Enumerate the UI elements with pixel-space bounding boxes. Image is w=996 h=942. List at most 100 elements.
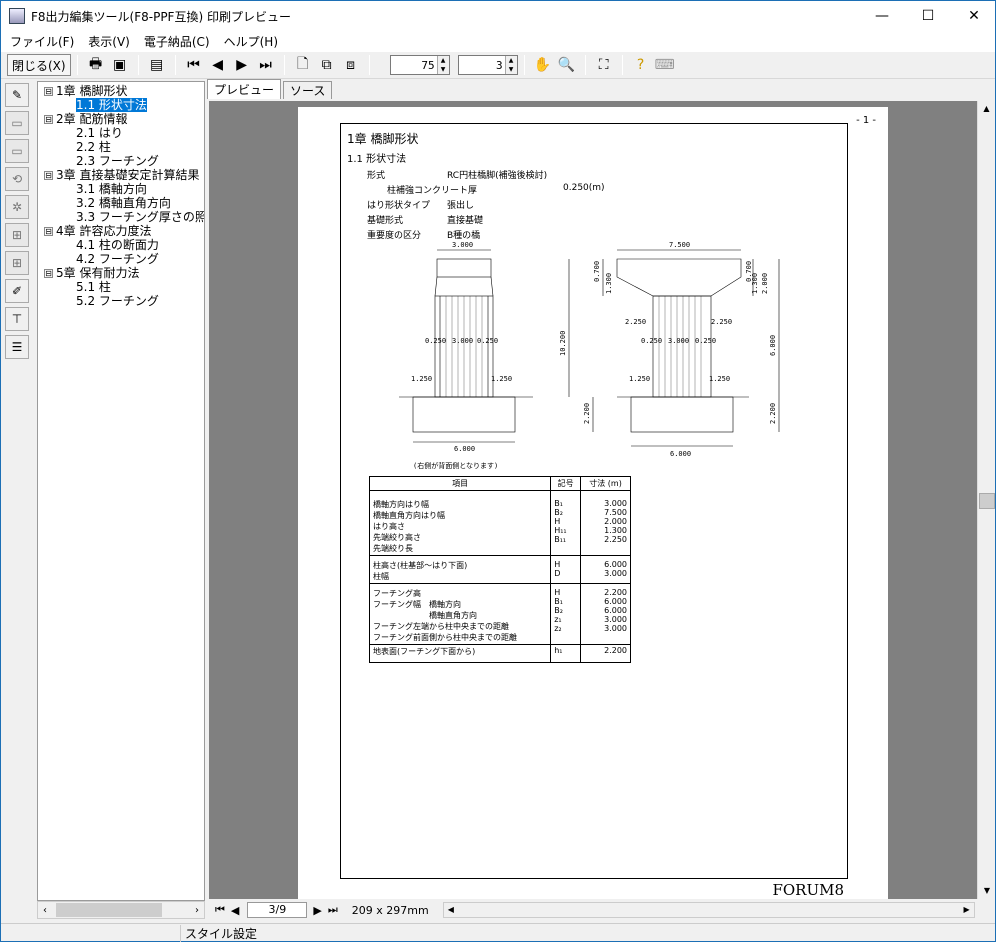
tool-icon-2[interactable]: ▭ <box>5 139 29 163</box>
menu-help[interactable]: ヘルプ(H) <box>217 33 285 50</box>
menu-file[interactable]: ファイル(F) <box>3 33 81 50</box>
tree-node-5-1[interactable]: 5.1 柱 <box>76 280 111 294</box>
minimize-button[interactable]: — <box>859 1 905 31</box>
multi-page-icon[interactable]: ⧈ <box>341 55 361 75</box>
tree-node-4-1[interactable]: 4.1 柱の断面力 <box>76 238 159 252</box>
dim-cover-right-front: 0.250 <box>695 337 716 345</box>
help-icon[interactable]: ? <box>631 55 651 75</box>
preview-page: - 1 - 1章 橋脚形状 1.1 形状寸法 形式 RC円柱橋脚(補強後検討) … <box>298 107 888 899</box>
scroll-left-icon[interactable]: ‹ <box>38 905 52 916</box>
page-stepper[interactable]: ▲▼ <box>457 55 518 75</box>
th-symbol: 記号 <box>550 476 582 491</box>
keyboard-icon[interactable]: ⌨ <box>654 55 674 75</box>
tab-preview[interactable]: プレビュー <box>207 79 282 99</box>
dim-toe-left-front: 1.250 <box>629 375 650 383</box>
hand-icon[interactable]: ✋ <box>533 55 553 75</box>
status-bar: スタイル設定 <box>1 923 995 942</box>
vertical-scrollbar[interactable]: ▲ ▼ <box>977 101 995 899</box>
scroll-thumb[interactable] <box>979 493 995 509</box>
tool-icon-1[interactable]: ▭ <box>5 111 29 135</box>
nav-page-field[interactable]: 3/9 <box>247 902 308 918</box>
status-text: スタイル設定 <box>185 926 258 941</box>
export-icon[interactable]: ▤ <box>147 55 167 75</box>
scroll-right-icon[interactable]: › <box>190 905 204 916</box>
dim-column-side: 3.000 <box>452 337 473 345</box>
single-page-icon[interactable]: 🗋 <box>293 55 313 75</box>
page-input[interactable] <box>458 56 505 74</box>
tree-node-3-3[interactable]: 3.3 フーチング厚さの照 <box>76 210 204 224</box>
zoom-input[interactable] <box>390 56 437 74</box>
dim-taper-height: 1.300 <box>605 273 613 294</box>
zoom-stepper[interactable]: ▲▼ <box>389 55 450 75</box>
tree-node-ch2[interactable]: ⊟ 2章 配筋情報 <box>44 112 127 126</box>
tree-node-ch4[interactable]: ⊟ 4章 許容応力度法 <box>44 224 151 238</box>
tree-node-2-2[interactable]: 2.2 柱 <box>76 140 111 154</box>
dim-beam-tip: 0.700 <box>593 261 601 282</box>
tool-icon-5[interactable]: ⊞ <box>5 223 29 247</box>
nav-next-icon[interactable]: ▶ <box>313 904 321 917</box>
close-preview-button[interactable]: 閉じる(X) <box>7 54 71 76</box>
tool-icon-6[interactable]: ⊞ <box>5 251 29 275</box>
print-icon[interactable]: 🖶 <box>86 55 106 75</box>
scroll-thumb[interactable] <box>56 903 162 917</box>
last-page-icon[interactable]: ⏭ <box>256 55 276 75</box>
prop-val-0: RC円柱橋脚(補強後検討) <box>447 171 548 181</box>
dim-cover-right: 0.250 <box>477 337 498 345</box>
menu-view[interactable]: 表示(V) <box>81 33 137 50</box>
horizontal-scrollbar[interactable]: ◀ ▶ <box>442 902 975 918</box>
prop-key-1: 柱補強コンクリート厚 <box>387 186 478 196</box>
nav-prev-icon[interactable]: ◀ <box>231 904 239 917</box>
magnifier-icon[interactable]: 🔍 <box>557 55 577 75</box>
tree-node-3-2[interactable]: 3.2 橋軸直角方向 <box>76 196 171 210</box>
window-title: F8出力編集ツール(F8-PPF互換) 印刷プレビュー <box>31 9 291 24</box>
first-page-icon[interactable]: ⏮ <box>184 55 204 75</box>
dim-footing-width-side: 6.000 <box>454 445 475 453</box>
prev-page-icon[interactable]: ◀ <box>208 55 228 75</box>
nav-last-icon[interactable]: ⏭ <box>328 903 338 917</box>
menu-bar: ファイル(F) 表示(V) 電子納品(C) ヘルプ(H) <box>1 31 995 51</box>
dim-cover-left-front: 0.250 <box>641 337 662 345</box>
dim-side-width: 3.000 <box>452 241 473 249</box>
tree-node-5-2[interactable]: 5.2 フーチング <box>76 294 159 308</box>
menu-electronic-delivery[interactable]: 電子納品(C) <box>137 33 217 50</box>
tab-source[interactable]: ソース <box>283 81 333 99</box>
save-icon[interactable]: ▣ <box>110 55 130 75</box>
nav-first-icon[interactable]: ⏮ <box>215 903 225 917</box>
list-icon[interactable]: ☰ <box>5 335 29 359</box>
two-page-icon[interactable]: ⧉ <box>317 55 337 75</box>
forum8-logo: FORUM8 <box>772 881 844 899</box>
maximize-button[interactable]: ☐ <box>905 1 951 31</box>
tree-node-2-3[interactable]: 2.3 フーチング <box>76 154 159 168</box>
prop-val-1: 0.250(m) <box>563 183 605 193</box>
dim-taper-right: 2.250 <box>711 318 732 326</box>
tree-icon[interactable]: ⊤ <box>5 307 29 331</box>
page-number: - 1 - <box>856 115 876 126</box>
close-window-button[interactable]: ✕ <box>951 1 996 31</box>
next-page-icon[interactable]: ▶ <box>232 55 252 75</box>
dimension-table: 項目 記号 寸法 (m) 橋軸方向はり幅 橋軸直角方向はり幅 はり高さ 先端絞り高さ先… <box>368 476 631 663</box>
preview-area[interactable]: - 1 - 1章 橋脚形状 1.1 形状寸法 形式 RC円柱橋脚(補強後検討) … <box>209 101 977 899</box>
edit-pen-icon[interactable]: ✎ <box>5 83 29 107</box>
tree-node-ch1[interactable]: ⊟ 1章 橋脚形状 <box>44 84 127 98</box>
tree-node-4-2[interactable]: 4.2 フーチング <box>76 252 159 266</box>
tree-node-2-1[interactable]: 2.1 はり <box>76 126 123 140</box>
th-item: 項目 <box>368 476 552 491</box>
fit-page-icon[interactable]: ⛶ <box>594 55 614 75</box>
tree-horizontal-scrollbar[interactable]: ‹ › <box>37 901 205 919</box>
dim-footing-front: 2.200 <box>769 403 777 424</box>
tool-icon-4[interactable]: ✲ <box>5 195 29 219</box>
tool-icon-3[interactable]: ⟲ <box>5 167 29 191</box>
style-icon[interactable]: ✐ <box>5 279 29 303</box>
dim-column-front: 3.000 <box>668 337 689 345</box>
tree-node-3-1[interactable]: 3.1 橋軸方向 <box>76 182 147 196</box>
scroll-up-icon[interactable]: ▲ <box>978 101 995 117</box>
table-row: 柱高さ(柱基部～はり下面) 柱幅 HD 6.000 3.000 <box>368 555 631 584</box>
title-bar: F8出力編集ツール(F8-PPF互換) 印刷プレビュー — ☐ ✕ <box>1 1 995 31</box>
scroll-down-icon[interactable]: ▼ <box>978 883 996 899</box>
tree-node-ch5[interactable]: ⊟ 5章 保有耐力法 <box>44 266 139 280</box>
tree-node-ch3[interactable]: ⊟ 3章 直接基礎安定計算結果 <box>44 168 199 182</box>
app-window: F8出力編集ツール(F8-PPF互換) 印刷プレビュー — ☐ ✕ ファイル(F… <box>0 0 996 942</box>
dim-toe-right: 1.250 <box>491 375 512 383</box>
tree-node-1-1[interactable]: 1.1 形状寸法 <box>76 98 147 112</box>
left-toolbar: ✎ ▭ ▭ ⟲ ✲ ⊞ ⊞ ✐ ⊤ ☰ <box>5 83 33 383</box>
